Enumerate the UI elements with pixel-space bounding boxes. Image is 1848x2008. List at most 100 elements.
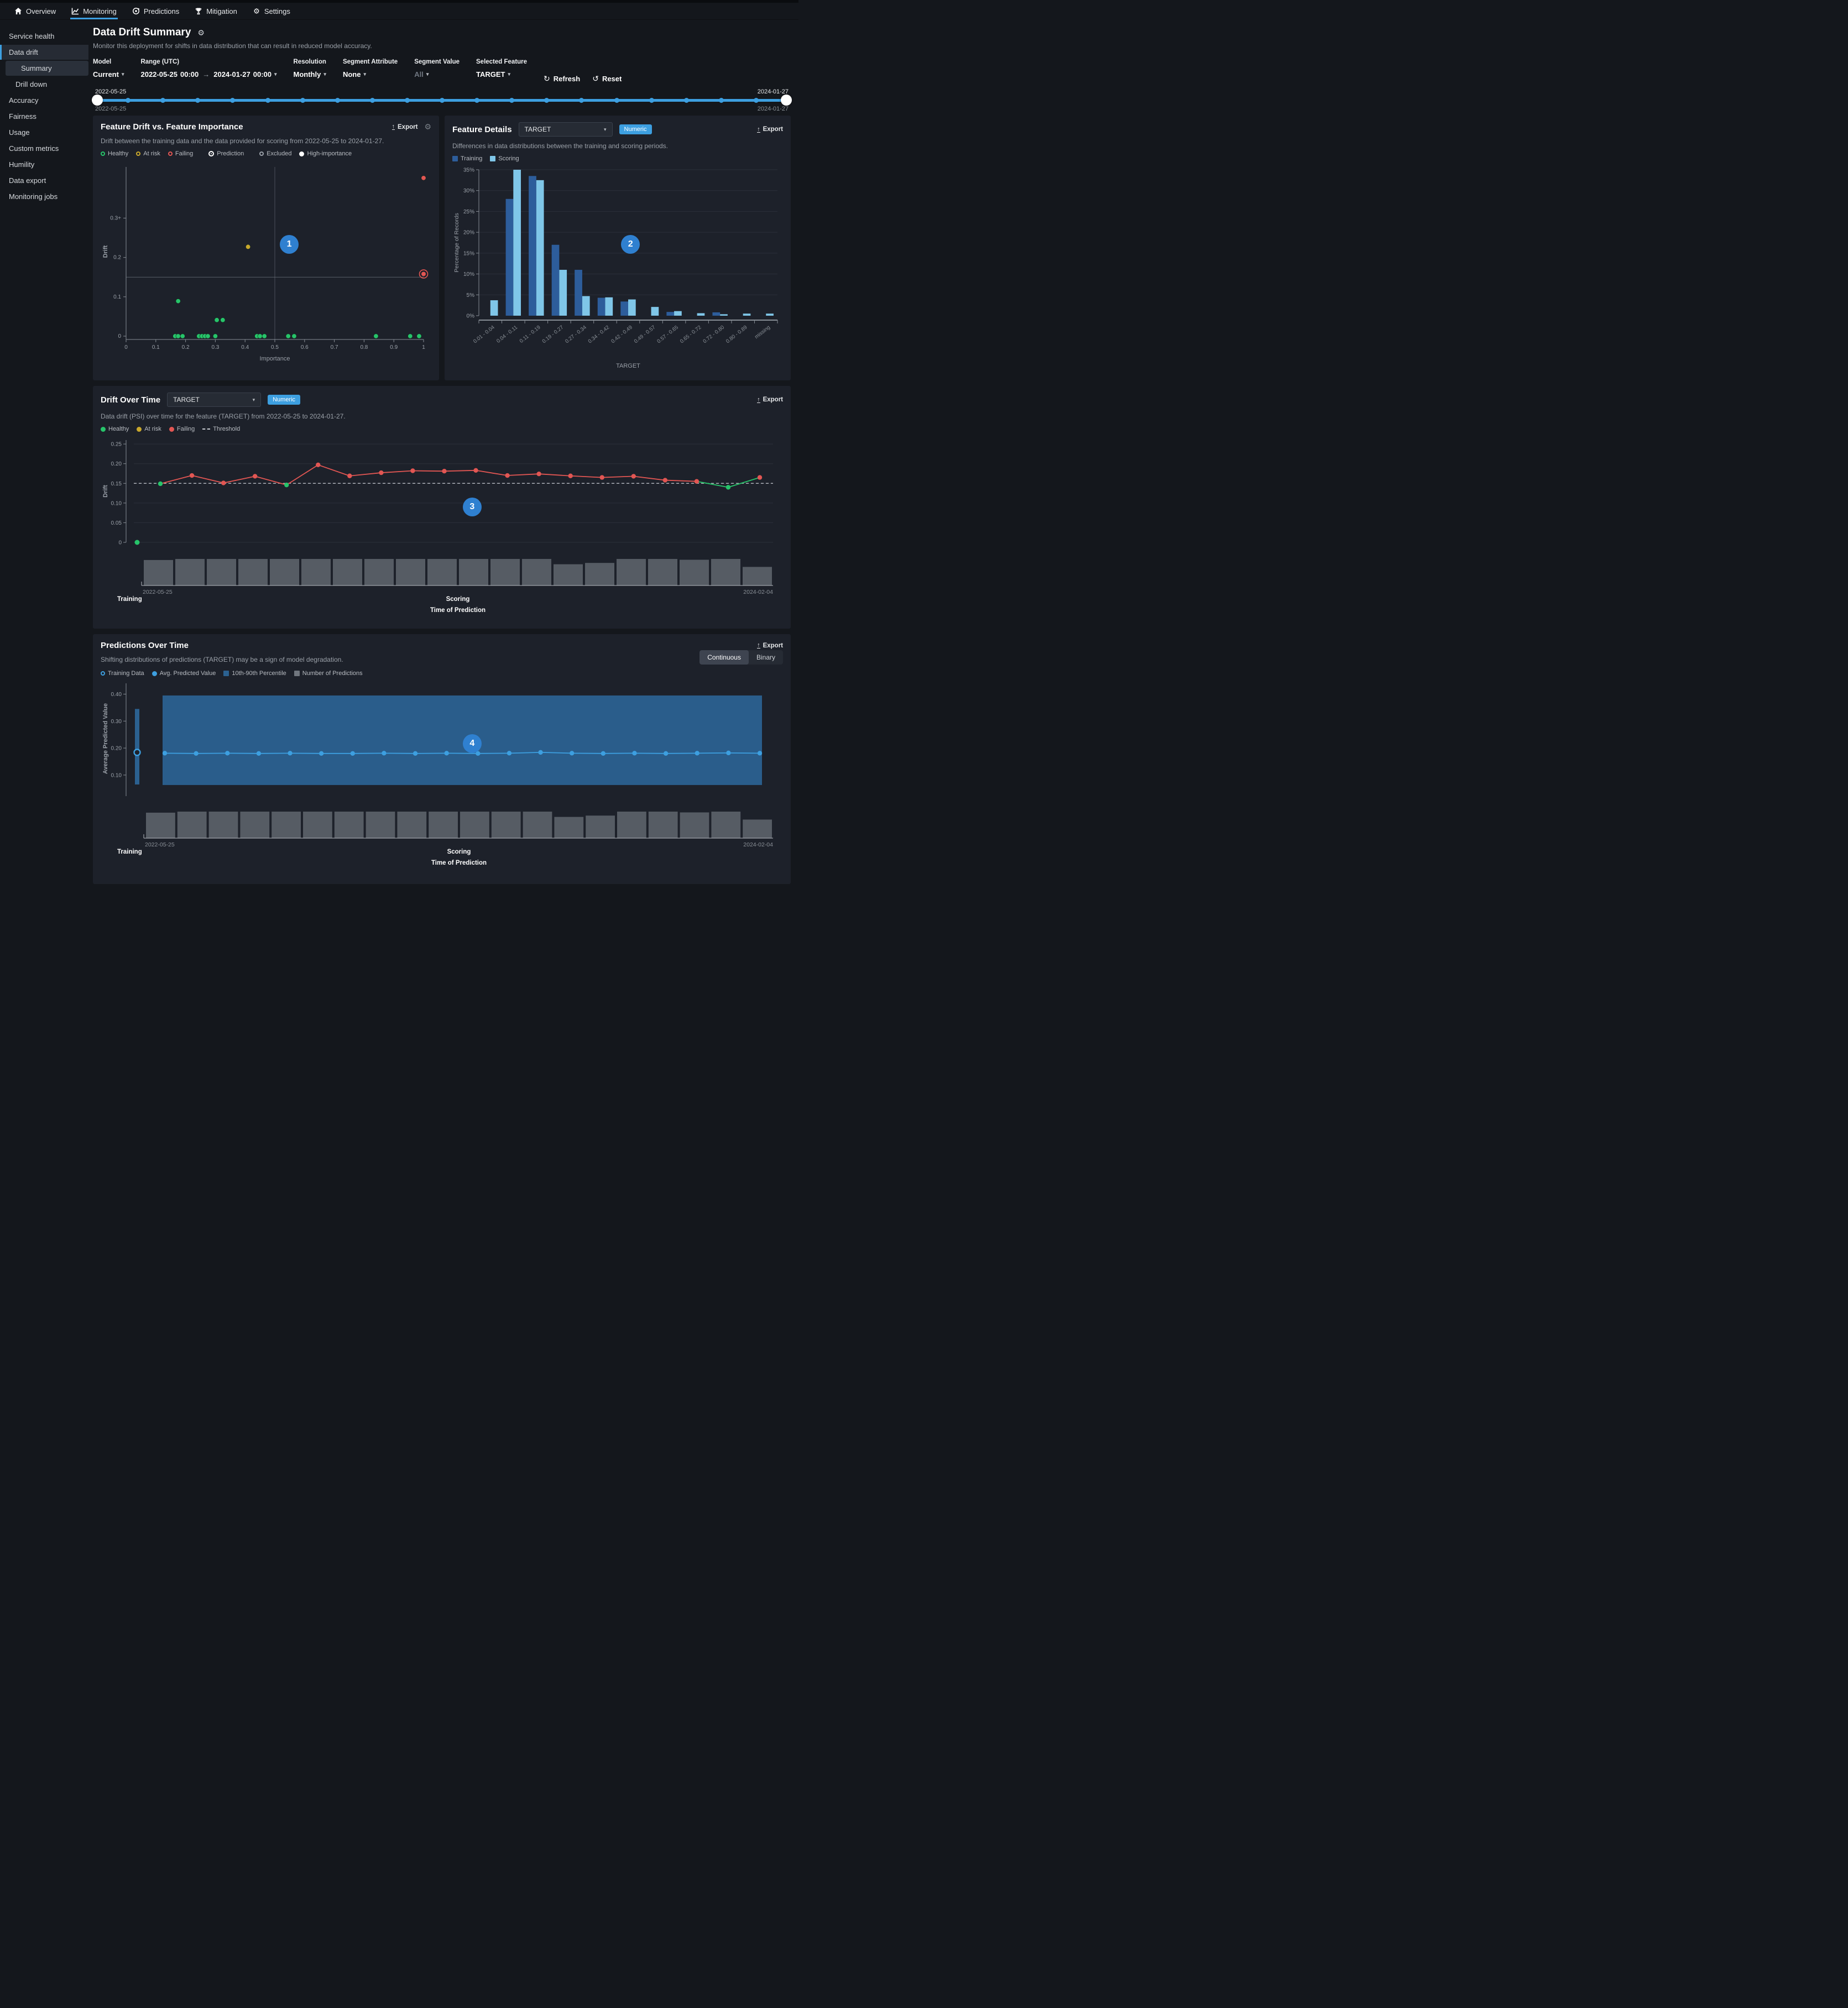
svg-text:2022-05-25: 2022-05-25 [145, 841, 175, 848]
legend-item-healthy: Healthy [101, 150, 128, 157]
timeline-interval-dot[interactable] [370, 98, 375, 103]
feature-details-histogram[interactable]: 0%5%10%15%20%25%30%35%0.01 - 0.040.04 - … [452, 165, 783, 374]
timeline-interval-dot[interactable] [440, 98, 445, 103]
dot-swatch [299, 151, 304, 156]
binary-toggle-button[interactable]: Binary [749, 650, 783, 665]
square-swatch [223, 671, 229, 676]
sidebar-item-humility[interactable]: Humility [0, 157, 88, 172]
resolution-select[interactable]: Monthly▾ [294, 70, 326, 79]
sidebar-item-monitoring-jobs[interactable]: Monitoring jobs [0, 189, 88, 204]
export-button[interactable]: ↑ Export [392, 124, 418, 130]
timeline-end-date-sub: 2024-01-27 [758, 106, 789, 112]
panel-title: Predictions Over Time [101, 641, 189, 650]
legend-item-10th-90th-percentile: 10th-90th Percentile [223, 670, 286, 677]
nav-item-settings[interactable]: ⚙Settings [246, 3, 297, 19]
dot-swatch [137, 427, 142, 432]
refresh-button[interactable]: ↻Refresh [544, 74, 580, 83]
timeline-interval-dot[interactable] [544, 98, 549, 103]
drift-over-time-chart[interactable]: 00.050.100.150.200.25Drift2022-05-252024… [101, 436, 783, 622]
svg-text:0.80 - 0.89: 0.80 - 0.89 [725, 325, 749, 345]
nav-item-overview[interactable]: Overview [8, 3, 62, 19]
timeline-interval-dot[interactable] [754, 98, 759, 103]
legend-item-training-data: Training Data [101, 670, 144, 677]
timeline-interval-dot[interactable] [649, 98, 654, 103]
timeline-interval-dot[interactable] [265, 98, 270, 103]
sidebar-item-accuracy[interactable]: Accuracy [0, 93, 88, 108]
chevron-down-icon: ▾ [426, 71, 429, 77]
timeline-interval-dot[interactable] [230, 98, 235, 103]
svg-text:Percentage of Records: Percentage of Records [453, 213, 460, 272]
timeline-interval-dot[interactable] [474, 98, 479, 103]
export-button[interactable]: ↑ Export [757, 396, 783, 403]
svg-text:0.1: 0.1 [113, 294, 121, 300]
chevron-down-icon: ▾ [604, 127, 607, 133]
sidebar-item-data-export[interactable]: Data export [0, 173, 88, 188]
sidebar-item-fairness[interactable]: Fairness [0, 109, 88, 124]
timeline-interval-dot[interactable] [300, 98, 305, 103]
timeline-interval-dot[interactable] [509, 98, 514, 103]
segment-attribute-select[interactable]: None▾ [343, 70, 398, 79]
export-button[interactable]: ↑ Export [757, 126, 783, 133]
reset-button[interactable]: ↺Reset [592, 74, 622, 83]
feature-drift-scatter-chart[interactable]: 00.10.20.3+00.10.20.30.40.50.60.70.80.91… [101, 160, 431, 367]
chevron-down-icon: ▾ [274, 71, 277, 77]
timeline-interval-dot[interactable] [579, 98, 584, 103]
sidebar-item-summary[interactable]: Summary [6, 61, 88, 76]
svg-text:0.65 - 0.72: 0.65 - 0.72 [679, 325, 703, 345]
svg-text:0.42 - 0.49: 0.42 - 0.49 [610, 325, 634, 345]
sidebar-item-drill-down[interactable]: Drill down [0, 77, 88, 92]
legend-label: Healthy [108, 426, 129, 432]
nav-item-label: Monitoring [83, 7, 117, 15]
timeline-interval-dot[interactable] [614, 98, 619, 103]
selected-feature-select[interactable]: TARGET▾ [476, 70, 527, 79]
svg-text:TARGET: TARGET [616, 363, 640, 369]
panel-subtitle: Differences in data distributions betwee… [452, 142, 783, 150]
feature-details-feature-select[interactable]: TARGET▾ [519, 122, 613, 137]
sidebar-item-service-health[interactable]: Service health [0, 29, 88, 44]
svg-text:5%: 5% [467, 292, 475, 299]
drift-feature-select[interactable]: TARGET▾ [167, 393, 261, 407]
segment-value-select[interactable]: All▾ [414, 70, 460, 79]
export-button[interactable]: ↑ Export [757, 642, 783, 649]
panel-title: Feature Drift vs. Feature Importance [101, 122, 243, 132]
timeline-interval-dot[interactable] [684, 98, 689, 103]
gear-icon: ⚙ [253, 7, 260, 15]
timeline-interval-dot[interactable] [719, 98, 724, 103]
predictions-over-time-chart[interactable]: 0.100.200.300.40Average Predicted Value2… [101, 680, 783, 877]
sidebar-item-custom-metrics[interactable]: Custom metrics [0, 141, 88, 156]
svg-text:Drift: Drift [102, 245, 109, 258]
nav-item-monitoring[interactable]: Monitoring [65, 3, 123, 19]
svg-text:10%: 10% [463, 271, 474, 278]
timeline-interval-dot[interactable] [335, 98, 340, 103]
legend-label: Avg. Predicted Value [160, 670, 216, 677]
panel-settings-gear-icon[interactable]: ⚙ [424, 122, 431, 132]
model-label: Model [93, 59, 124, 65]
range-select[interactable]: 2022-05-25 00:00 → 2024-01-27 00:00 ▾ [140, 70, 276, 79]
legend-label: Scoring [498, 155, 519, 162]
nav-item-predictions[interactable]: Predictions [126, 3, 186, 19]
timeline-interval-dot[interactable] [160, 98, 165, 103]
timeline-interval-dot[interactable] [405, 98, 410, 103]
predictions-over-time-panel: Predictions Over Time ↑ Export Shifting … [93, 634, 791, 884]
timeline-right-handle[interactable] [781, 95, 792, 106]
panel-title: Drift Over Time [101, 395, 160, 405]
timeline-interval-dot[interactable] [126, 98, 130, 103]
svg-text:0.25: 0.25 [111, 442, 122, 448]
svg-text:0.10: 0.10 [111, 772, 122, 778]
page-settings-gear-icon[interactable]: ⚙ [197, 28, 205, 38]
filter-controls: Model Current▾ Range (UTC) 2022-05-25 00… [93, 59, 791, 83]
nav-item-mitigation[interactable]: Mitigation [188, 3, 244, 19]
date-range-slider: 2022-05-25 2022-05-25 2024-01-27 2024-01… [93, 88, 791, 113]
continuous-toggle-button[interactable]: Continuous [699, 650, 749, 665]
svg-text:0.2: 0.2 [113, 255, 121, 261]
svg-text:Time of Prediction: Time of Prediction [430, 607, 486, 614]
model-select[interactable]: Current▾ [93, 70, 124, 79]
sidebar-item-usage[interactable]: Usage [0, 125, 88, 140]
sidebar-item-data-drift[interactable]: Data drift [0, 45, 88, 60]
timeline-left-handle[interactable] [92, 95, 103, 106]
timeline-interval-dot[interactable] [195, 98, 200, 103]
svg-text:0.72 - 0.80: 0.72 - 0.80 [702, 325, 725, 345]
svg-text:0.5: 0.5 [271, 344, 279, 351]
line-chart-icon [71, 7, 79, 15]
square-swatch [452, 156, 458, 161]
